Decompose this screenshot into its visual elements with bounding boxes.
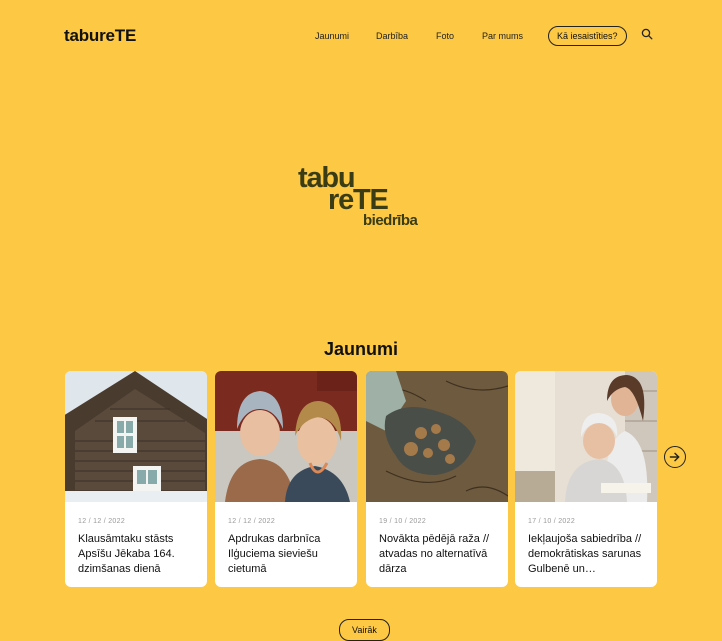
news-card[interactable]: 19 / 10 / 2022 Novākta pēdējā raža // at…: [366, 371, 508, 587]
card-date: 12 / 12 / 2022: [78, 518, 126, 525]
hero-logo-line2: reTE: [328, 184, 389, 216]
arrow-right-icon[interactable]: [664, 446, 686, 468]
site-header: tabureTE Jaunumi Darbība Foto Par mums K…: [0, 0, 722, 70]
nav-darbiba[interactable]: Darbība: [376, 31, 408, 41]
more-button[interactable]: Vairāk: [339, 619, 390, 641]
hero-logo: tabu reTE biedrība: [298, 164, 438, 236]
nav-jaunumi[interactable]: Jaunumi: [315, 31, 349, 41]
get-involved-button[interactable]: Kā iesaistīties?: [548, 26, 627, 46]
card-date: 19 / 10 / 2022: [379, 518, 427, 525]
card-title[interactable]: Novākta pēdējā raža // atvadas no altern…: [379, 532, 499, 577]
card-photo-two-women: [215, 371, 357, 502]
hero-logo-line3: biedrība: [363, 212, 418, 229]
card-date: 12 / 12 / 2022: [228, 518, 276, 525]
news-card[interactable]: 17 / 10 / 2022 Iekļaujoša sabiedrība // …: [515, 371, 657, 587]
card-title[interactable]: Apdrukas darbnīca Ilģuciema sieviešu cie…: [228, 532, 348, 577]
section-title: Jaunumi: [323, 339, 398, 359]
news-card[interactable]: 12 / 12 / 2022 Klausāmtaku stāsts Apsīšu…: [65, 371, 207, 587]
site-logo[interactable]: tabureTE: [64, 26, 136, 46]
nav-par-mums[interactable]: Par mums: [482, 31, 523, 41]
nav-foto[interactable]: Foto: [436, 31, 454, 41]
search-icon[interactable]: [641, 28, 653, 40]
card-title[interactable]: Klausāmtaku stāsts Apsīšu Jēkaba 164. dz…: [78, 532, 198, 577]
card-photo-harvest: [366, 371, 508, 502]
card-photo-wooden-house: [65, 371, 207, 502]
news-card[interactable]: 12 / 12 / 2022 Apdrukas darbnīca Ilģucie…: [215, 371, 357, 587]
card-date: 17 / 10 / 2022: [528, 518, 576, 525]
card-title[interactable]: Iekļaujoša sabiedrība // demokrātiskas s…: [528, 532, 648, 577]
card-photo-reading: [515, 371, 657, 502]
